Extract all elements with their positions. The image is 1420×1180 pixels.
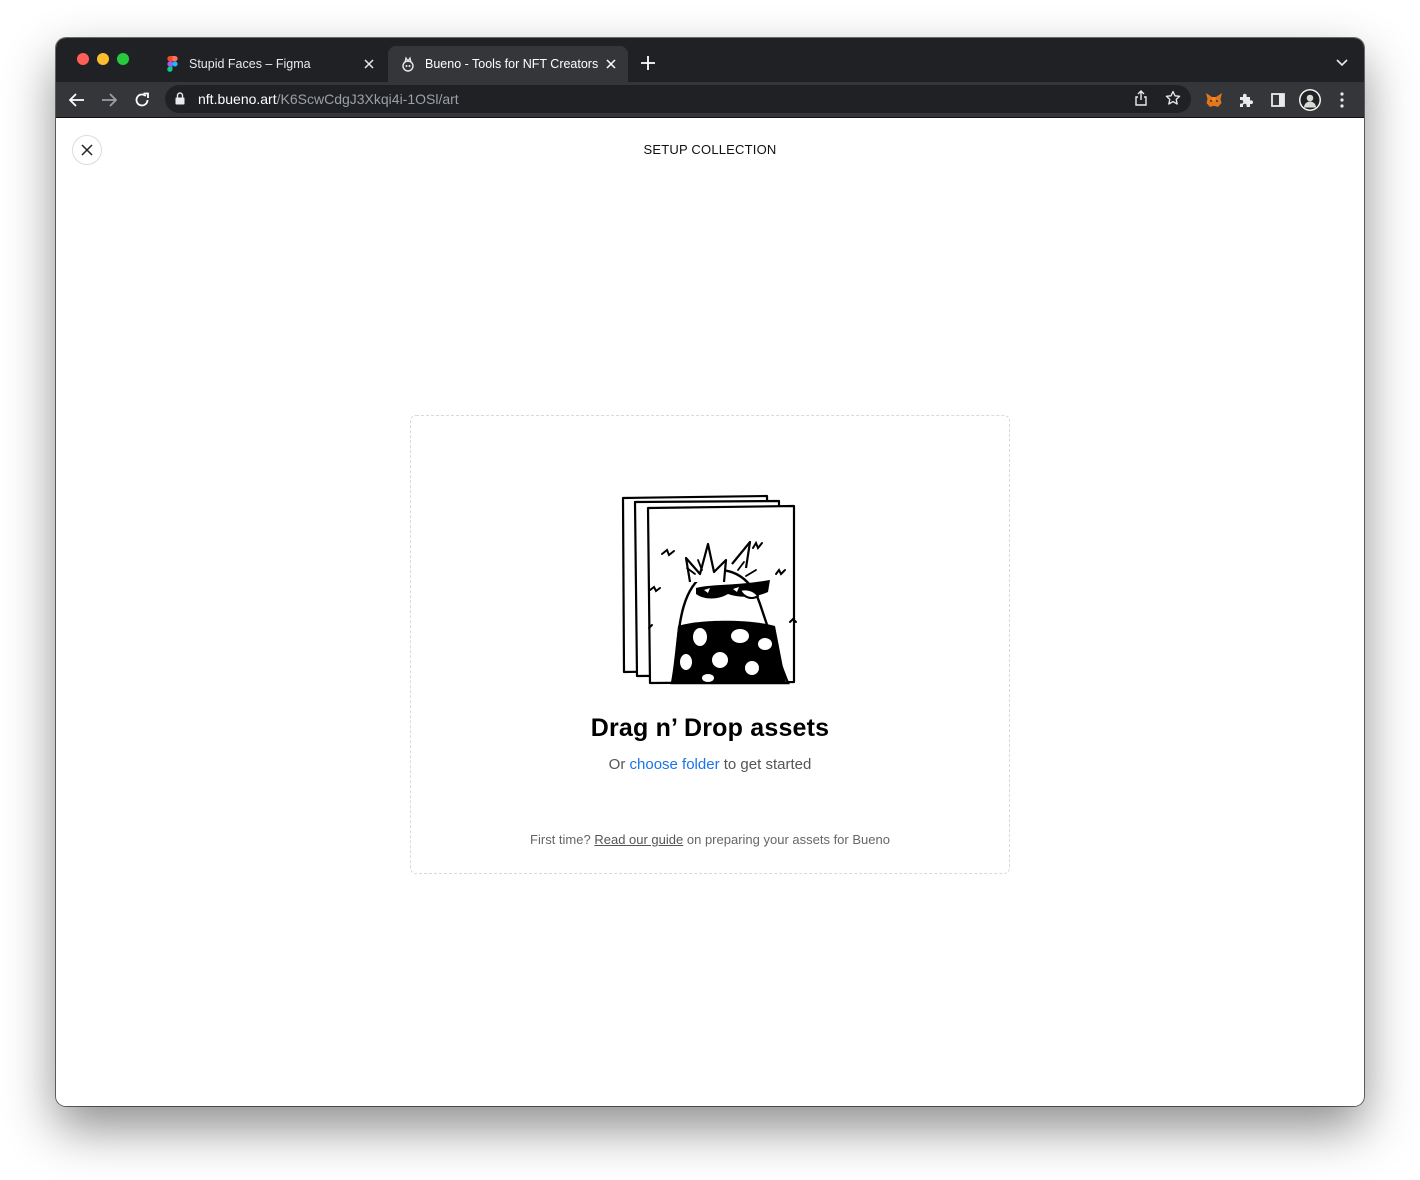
url-host: nft.bueno.art	[198, 91, 277, 107]
dropzone-sub-prefix: Or	[608, 756, 626, 773]
figma-icon	[164, 56, 180, 72]
dropzone-subtext: Or choose folder to get started	[411, 756, 1009, 773]
maximize-window-button[interactable]	[117, 53, 129, 65]
dropzone-heading: Drag n’ Drop assets	[590, 714, 830, 742]
bueno-icon	[400, 56, 416, 72]
dropzone-sub-suffix: to get started	[723, 756, 812, 773]
tab-close-icon[interactable]	[602, 55, 620, 73]
tab-search-chevron-icon[interactable]	[1332, 54, 1352, 72]
tab-title: Stupid Faces – Figma	[189, 57, 311, 71]
new-tab-plus-icon[interactable]	[638, 53, 658, 73]
extensions-puzzle-icon[interactable]	[1233, 87, 1259, 113]
address-bar[interactable]: nft.bueno.art/K6ScwCdgJ3Xkqi4i-1OSl/art	[165, 85, 1191, 113]
browser-window: Stupid Faces – Figma Bueno - Tools for N…	[56, 38, 1364, 1106]
forward-arrow-icon[interactable]	[96, 87, 122, 113]
url-text[interactable]: nft.bueno.art/K6ScwCdgJ3Xkqi4i-1OSl/art	[198, 91, 459, 107]
minimize-window-button[interactable]	[97, 53, 109, 65]
more-menu-icon[interactable]	[1329, 87, 1355, 113]
url-path: /K6ScwCdgJ3Xkqi4i-1OSl/art	[276, 91, 459, 107]
page-content: SETUP COLLECTION Drag n’ Drop assets Or …	[56, 118, 1364, 1106]
choose-folder-link[interactable]: choose folder	[630, 756, 720, 773]
metamask-fox-icon[interactable]	[1201, 87, 1227, 113]
tab-close-icon[interactable]	[360, 55, 378, 73]
reload-icon[interactable]	[129, 87, 155, 113]
browser-toolbar: nft.bueno.art/K6ScwCdgJ3Xkqi4i-1OSl/art	[56, 82, 1364, 118]
close-window-button[interactable]	[77, 53, 89, 65]
lock-icon[interactable]	[175, 92, 185, 110]
read-guide-link[interactable]: Read our guide	[594, 832, 683, 847]
tab-title: Bueno - Tools for NFT Creators	[425, 57, 599, 71]
side-panel-icon[interactable]	[1265, 87, 1291, 113]
tab-figma[interactable]: Stupid Faces – Figma	[154, 46, 386, 82]
dropzone-footnote: First time? Read our guide on preparing …	[411, 832, 1009, 847]
tab-bar: Stupid Faces – Figma Bueno - Tools for N…	[56, 38, 1364, 82]
share-icon[interactable]	[1134, 90, 1148, 111]
tab-bueno[interactable]: Bueno - Tools for NFT Creators	[388, 46, 628, 82]
profile-avatar-icon[interactable]	[1297, 87, 1323, 113]
footnote-prefix: First time?	[530, 832, 591, 847]
footnote-suffix: on preparing your assets for Bueno	[686, 832, 890, 847]
back-arrow-icon[interactable]	[64, 87, 90, 113]
nft-stack-illustration	[621, 494, 797, 685]
bookmark-star-icon[interactable]	[1165, 90, 1181, 111]
asset-dropzone[interactable]: Drag n’ Drop assets Or choose folder to …	[410, 415, 1010, 874]
page-title: SETUP COLLECTION	[643, 142, 777, 157]
